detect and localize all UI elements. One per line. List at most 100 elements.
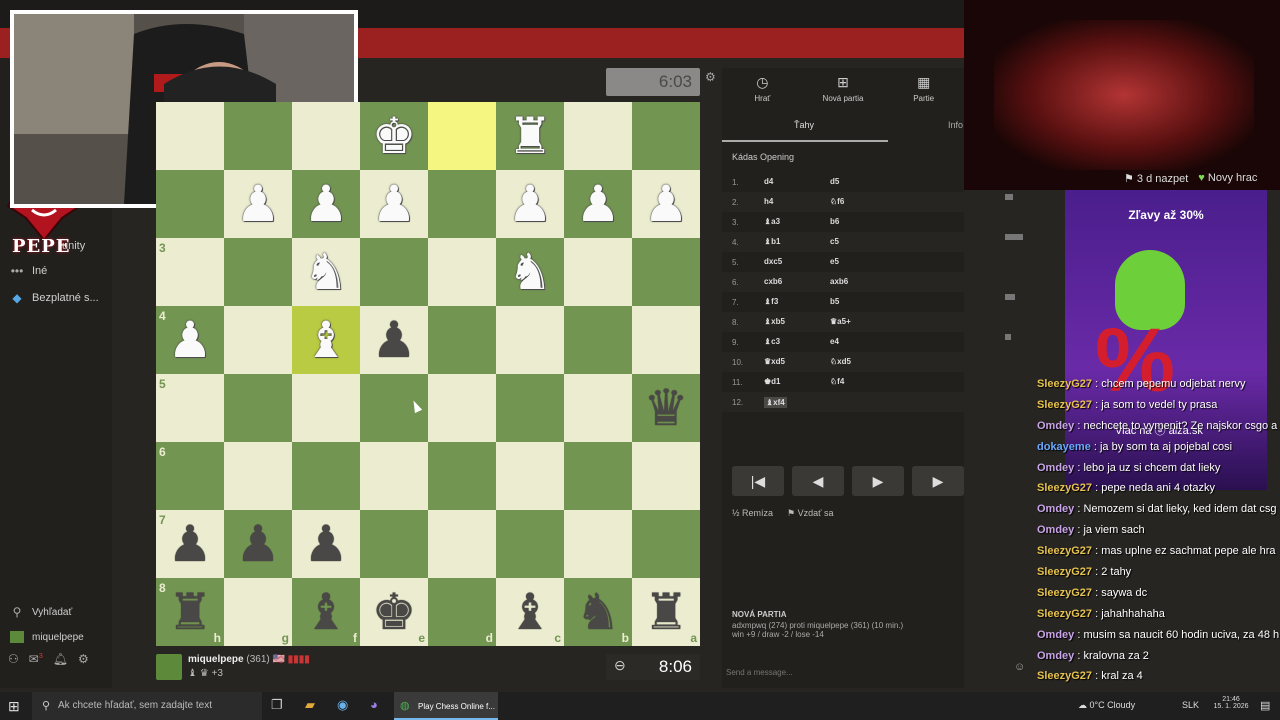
white-rook-icon[interactable]: ♜ xyxy=(496,102,564,170)
white-king-icon[interactable]: ♚ xyxy=(360,102,428,170)
black-pawn-icon[interactable]: ♟ xyxy=(360,306,428,374)
black-move[interactable]: ♘f6 xyxy=(830,197,844,206)
white-pawn-icon[interactable]: ♟ xyxy=(496,170,564,238)
board-settings-gear-icon[interactable]: ⚙ xyxy=(705,70,716,84)
board-square[interactable]: ♟ xyxy=(564,170,632,238)
taskbar-search[interactable]: ⚲ Ak chcete hľadať, sem zadajte text xyxy=(32,692,262,720)
chat-username[interactable]: SleezyG27 xyxy=(1037,587,1092,599)
board-square[interactable] xyxy=(224,102,292,170)
board-square[interactable]: ♚ xyxy=(360,102,428,170)
white-move[interactable]: ♝b1 xyxy=(764,237,781,246)
board-square[interactable] xyxy=(496,510,564,578)
board-square[interactable] xyxy=(224,374,292,442)
white-pawn-icon[interactable]: ♟ xyxy=(632,170,700,238)
black-knight-icon[interactable]: ♞ xyxy=(564,578,632,646)
board-square[interactable] xyxy=(564,238,632,306)
board-square[interactable]: f ♝ xyxy=(292,578,360,646)
board-square[interactable] xyxy=(564,442,632,510)
board-square[interactable] xyxy=(632,102,700,170)
black-rook-icon[interactable]: ♜ xyxy=(156,578,224,646)
gear-icon[interactable]: ⚙ xyxy=(78,652,89,666)
weather-widget[interactable]: ☁ 0°C Cloudy xyxy=(1078,700,1135,711)
chat-username[interactable]: SleezyG27 xyxy=(1037,399,1092,411)
messages-icon[interactable]: ✉3 xyxy=(29,652,43,666)
discord-icon[interactable]: ◕ xyxy=(370,697,378,712)
language-indicator[interactable]: SLK xyxy=(1182,700,1199,710)
friends-icon[interactable]: ⚇ xyxy=(8,652,19,666)
next-move-button[interactable]: ▶ xyxy=(912,466,964,496)
black-move[interactable]: ♘xd5 xyxy=(830,357,851,366)
black-move[interactable]: e4 xyxy=(830,337,839,346)
chat-username[interactable]: dokayeme xyxy=(1037,441,1091,453)
board-square[interactable]: ♛ xyxy=(632,374,700,442)
previous-move-button[interactable]: ◀ xyxy=(792,466,844,496)
board-square[interactable]: ♟ xyxy=(632,170,700,238)
board-square[interactable] xyxy=(156,170,224,238)
board-square[interactable] xyxy=(224,306,292,374)
chat-username[interactable]: SleezyG27 xyxy=(1037,545,1092,557)
black-move[interactable]: d5 xyxy=(830,177,839,186)
white-pawn-icon[interactable]: ♟ xyxy=(292,170,360,238)
board-square[interactable]: 6 xyxy=(156,442,224,510)
draw-button[interactable]: ½ Remíza xyxy=(732,508,773,519)
chat-username[interactable]: Omdey xyxy=(1037,503,1074,515)
board-square[interactable] xyxy=(428,170,496,238)
board-square[interactable] xyxy=(496,442,564,510)
white-move[interactable]: ♝a3 xyxy=(764,217,780,226)
board-square[interactable] xyxy=(564,374,632,442)
player-name-line[interactable]: miquelpepe (361) 🇺🇸 ▮▮▮▮ xyxy=(188,654,310,665)
board-square[interactable] xyxy=(428,102,496,170)
board-square[interactable]: ♟ xyxy=(224,170,292,238)
board-square[interactable] xyxy=(224,238,292,306)
board-square[interactable]: ♞ xyxy=(292,238,360,306)
sidebar-item-search[interactable]: ⚲ Vyhľadať xyxy=(10,605,73,619)
board-square[interactable] xyxy=(632,306,700,374)
task-view-icon[interactable]: ❐ xyxy=(271,697,283,713)
board-square[interactable] xyxy=(428,374,496,442)
white-move[interactable]: d4 xyxy=(764,177,773,186)
board-square[interactable] xyxy=(428,442,496,510)
white-move[interactable]: ♝f3 xyxy=(764,297,778,306)
board-square[interactable]: d xyxy=(428,578,496,646)
black-bishop-icon[interactable]: ♝ xyxy=(496,578,564,646)
white-move[interactable]: ♝xb5 xyxy=(764,317,785,326)
board-square[interactable] xyxy=(292,442,360,510)
tab-play[interactable]: ◷ Hrať xyxy=(722,68,803,112)
board-square[interactable]: 7 ♟ xyxy=(156,510,224,578)
chat-username[interactable]: SleezyG27 xyxy=(1037,670,1092,682)
board-square[interactable]: ♟ xyxy=(360,306,428,374)
white-move[interactable]: ♝c3 xyxy=(764,337,780,346)
board-square[interactable]: c ♝ xyxy=(496,578,564,646)
white-move[interactable]: h4 xyxy=(764,197,773,206)
board-square[interactable] xyxy=(632,510,700,578)
emoji-icon[interactable]: ☺ xyxy=(1014,661,1025,673)
black-queen-icon[interactable]: ♛ xyxy=(632,374,700,442)
white-move[interactable]: ♛xd5 xyxy=(764,357,785,366)
tab-games[interactable]: ▦ Partie xyxy=(883,68,964,112)
black-move[interactable]: ♛a5+ xyxy=(830,317,851,326)
player-avatar[interactable] xyxy=(156,654,182,680)
board-square[interactable] xyxy=(564,510,632,578)
taskbar-chrome-app[interactable]: ◍ Play Chess Online f... xyxy=(394,692,498,720)
chat-username[interactable]: Omdey xyxy=(1037,462,1074,474)
board-square[interactable] xyxy=(632,442,700,510)
resign-button[interactable]: ⚑ Vzdať sa xyxy=(787,508,834,519)
white-move[interactable]: ♝xf4 xyxy=(764,397,787,408)
black-move[interactable]: axb6 xyxy=(830,277,848,286)
chat-username[interactable]: Omdey xyxy=(1037,420,1074,432)
bell-icon[interactable]: 🔔︎ xyxy=(53,652,68,666)
white-bishop-icon[interactable]: ♝ xyxy=(292,306,360,374)
board-square[interactable] xyxy=(428,238,496,306)
chat-username[interactable]: SleezyG27 xyxy=(1037,482,1092,494)
message-input[interactable] xyxy=(726,660,956,680)
board-square[interactable] xyxy=(360,238,428,306)
board-square[interactable]: 8 h ♜ xyxy=(156,578,224,646)
board-square[interactable]: ♟ xyxy=(360,170,428,238)
white-pawn-icon[interactable]: ♟ xyxy=(564,170,632,238)
windows-start-icon[interactable]: ⊞ xyxy=(8,698,20,715)
board-square[interactable] xyxy=(292,374,360,442)
white-knight-icon[interactable]: ♞ xyxy=(292,238,360,306)
board-square[interactable]: ♟ xyxy=(496,170,564,238)
board-square[interactable] xyxy=(156,102,224,170)
chat-username[interactable]: Omdey xyxy=(1037,650,1074,662)
